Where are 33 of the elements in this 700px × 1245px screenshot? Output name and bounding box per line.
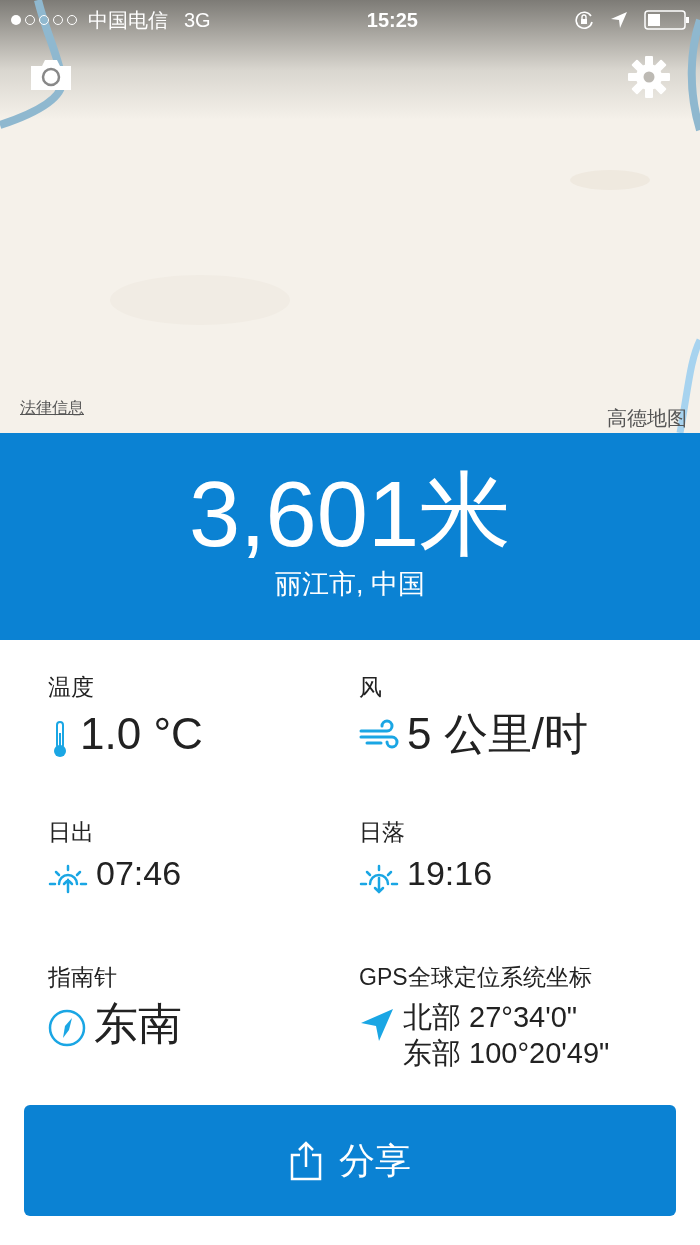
location-arrow-icon xyxy=(610,11,628,29)
stat-value: 1.0 °C xyxy=(80,708,203,760)
battery-icon xyxy=(644,10,690,30)
stat-value: 5 公里/时 xyxy=(407,708,588,760)
share-button[interactable]: 分享 xyxy=(24,1105,676,1216)
rotation-lock-icon xyxy=(574,10,594,30)
settings-button[interactable] xyxy=(628,56,670,98)
stat-label: 风 xyxy=(359,673,383,702)
stat-label: 日落 xyxy=(359,818,406,847)
map-provider-logo: 高德地图 xyxy=(607,406,687,431)
stat-label: GPS全球定位系统坐标 xyxy=(359,963,593,992)
status-time: 15:25 xyxy=(365,8,419,33)
stat-value: 07:46 xyxy=(96,853,182,893)
location-name: 丽江市, 中国 xyxy=(275,568,425,602)
wind-icon xyxy=(359,718,399,751)
location-arrow-icon xyxy=(359,1006,395,1043)
stat-label: 指南针 xyxy=(48,963,118,992)
stat-value: 东南 xyxy=(94,998,182,1050)
network-type: 3G xyxy=(184,8,211,33)
stat-label: 日出 xyxy=(48,818,95,847)
legal-link[interactable]: 法律信息 xyxy=(20,396,84,420)
stat-label: 温度 xyxy=(48,673,95,702)
stat-value: 东部 100°20'49" xyxy=(403,1035,610,1071)
sunrise-icon xyxy=(48,863,88,894)
compass-icon xyxy=(48,1008,86,1047)
camera-button[interactable] xyxy=(28,58,74,92)
sunset-icon xyxy=(359,863,399,894)
signal-icon xyxy=(10,14,80,26)
stat-value: 19:16 xyxy=(407,853,493,893)
stat-value: 北部 27°34'0" xyxy=(403,999,579,1035)
altitude-value: 3,601米 xyxy=(188,468,512,561)
carrier-name: 中国电信 xyxy=(88,8,168,33)
share-icon xyxy=(289,1140,323,1181)
